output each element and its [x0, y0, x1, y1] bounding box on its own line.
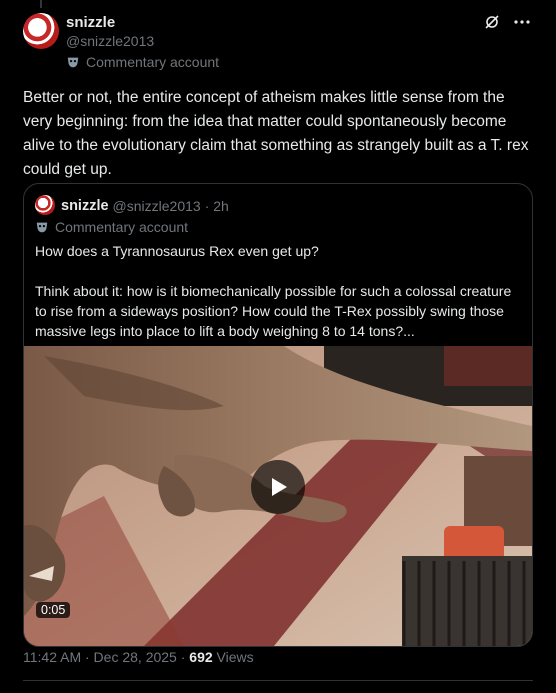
play-icon: [272, 478, 287, 496]
author-name[interactable]: snizzle: [66, 14, 115, 31]
quote-author-name[interactable]: snizzle: [61, 198, 109, 214]
mask-icon: [67, 57, 79, 68]
commentary-label: Commentary account: [66, 54, 219, 70]
thread-line: [40, 0, 42, 8]
quote-author-handle[interactable]: @snizzle2013: [113, 198, 201, 214]
tweet-text: Better or not, the entire concept of ath…: [23, 89, 529, 178]
video-duration: 0:05: [36, 602, 71, 618]
video-player[interactable]: 0:05: [24, 346, 532, 646]
views-label: Views: [216, 649, 254, 665]
quote-paragraph-1: How does a Tyrannosaurus Rex even get up…: [35, 243, 319, 259]
more-icon[interactable]: [512, 12, 532, 32]
divider: [23, 680, 533, 681]
author-handle[interactable]: @snizzle2013: [66, 33, 154, 49]
quote-paragraph-2: Think about it: how is it biomechanicall…: [35, 283, 512, 339]
top-actions: [482, 12, 532, 32]
quote-header: snizzle @snizzle2013 · 2h: [35, 195, 229, 217]
quote-tweet[interactable]: snizzle @snizzle2013 · 2h Commentary acc…: [23, 183, 533, 647]
tweet-meta: 11:42 AM · Dec 28, 2025 · 692 Views: [23, 649, 254, 665]
play-button[interactable]: [251, 460, 305, 514]
quote-avatar[interactable]: [35, 195, 55, 215]
quote-commentary-text: Commentary account: [55, 219, 189, 235]
avatar[interactable]: [23, 13, 59, 49]
commentary-text: Commentary account: [86, 54, 220, 70]
quote-commentary-label: Commentary account: [35, 219, 188, 235]
timestamp[interactable]: 11:42 AM · Dec 28, 2025 ·: [23, 649, 185, 665]
quote-time: · 2h: [204, 198, 229, 214]
views-count: 692: [189, 649, 213, 665]
mask-icon: [36, 222, 48, 233]
grok-icon[interactable]: [482, 12, 502, 32]
quote-text: How does a Tyrannosaurus Rex even get up…: [35, 241, 525, 341]
